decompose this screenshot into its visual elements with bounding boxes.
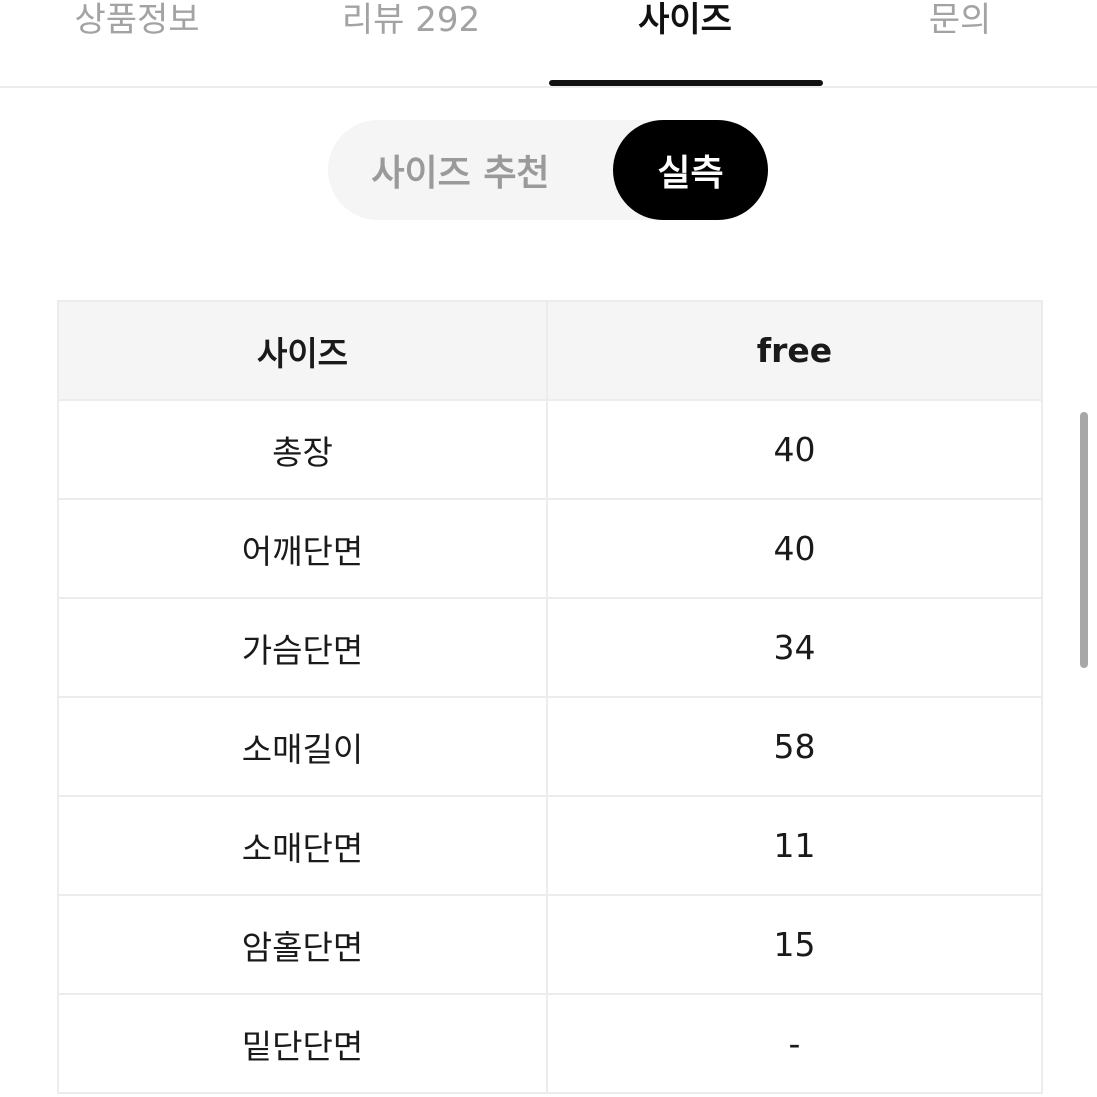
- size-measurement-table: 사이즈 free 총장 40 어깨단면 40 가슴단면 34 소매길이 58 소…: [57, 300, 1043, 1094]
- row-label: 총장: [57, 399, 548, 500]
- tab-product-info-label: 상품정보: [74, 0, 200, 40]
- row-label: 소매단면: [57, 795, 548, 896]
- table-row: 소매길이 58: [57, 696, 1043, 797]
- row-value: 11: [546, 795, 1043, 896]
- row-label: 가슴단면: [57, 597, 548, 698]
- tab-inquiry[interactable]: 문의: [823, 0, 1097, 86]
- product-tab-bar: 상품정보 리뷰 292 사이즈 문의: [0, 0, 1097, 88]
- vertical-scrollbar[interactable]: [1080, 412, 1088, 668]
- table-row: 가슴단면 34: [57, 597, 1043, 698]
- row-value: 40: [546, 399, 1043, 500]
- row-label: 소매길이: [57, 696, 548, 797]
- table-header-row: 사이즈 free: [57, 300, 1043, 401]
- row-label: 암홀단면: [57, 894, 548, 995]
- tab-size-label: 사이즈: [638, 0, 732, 40]
- actual-measurement-label: 실측: [657, 153, 724, 194]
- row-label: 어깨단면: [57, 498, 548, 599]
- actual-measurement-button[interactable]: 실측: [613, 120, 768, 220]
- size-recommendation-button[interactable]: 사이즈 추천: [328, 120, 593, 220]
- row-label: 밑단단면: [57, 993, 548, 1094]
- row-value: 15: [546, 894, 1043, 995]
- table-row: 소매단면 11: [57, 795, 1043, 896]
- size-recommendation-label: 사이즈 추천: [371, 153, 550, 194]
- tab-reviews[interactable]: 리뷰 292: [274, 0, 548, 86]
- size-view-toggle: 사이즈 추천 실측: [328, 120, 768, 220]
- header-free: free: [546, 300, 1043, 401]
- row-value: 34: [546, 597, 1043, 698]
- row-value: 40: [546, 498, 1043, 599]
- tab-size[interactable]: 사이즈: [548, 0, 822, 86]
- row-value: 58: [546, 696, 1043, 797]
- header-size: 사이즈: [57, 300, 548, 401]
- table-row: 총장 40: [57, 399, 1043, 500]
- table-row: 암홀단면 15: [57, 894, 1043, 995]
- tab-reviews-label: 리뷰 292: [341, 0, 481, 40]
- tab-inquiry-label: 문의: [928, 0, 992, 40]
- table-row: 밑단단면 -: [57, 993, 1043, 1094]
- tab-product-info[interactable]: 상품정보: [0, 0, 274, 86]
- table-row: 어깨단면 40: [57, 498, 1043, 599]
- active-tab-indicator: [549, 80, 823, 86]
- row-value: -: [546, 993, 1043, 1094]
